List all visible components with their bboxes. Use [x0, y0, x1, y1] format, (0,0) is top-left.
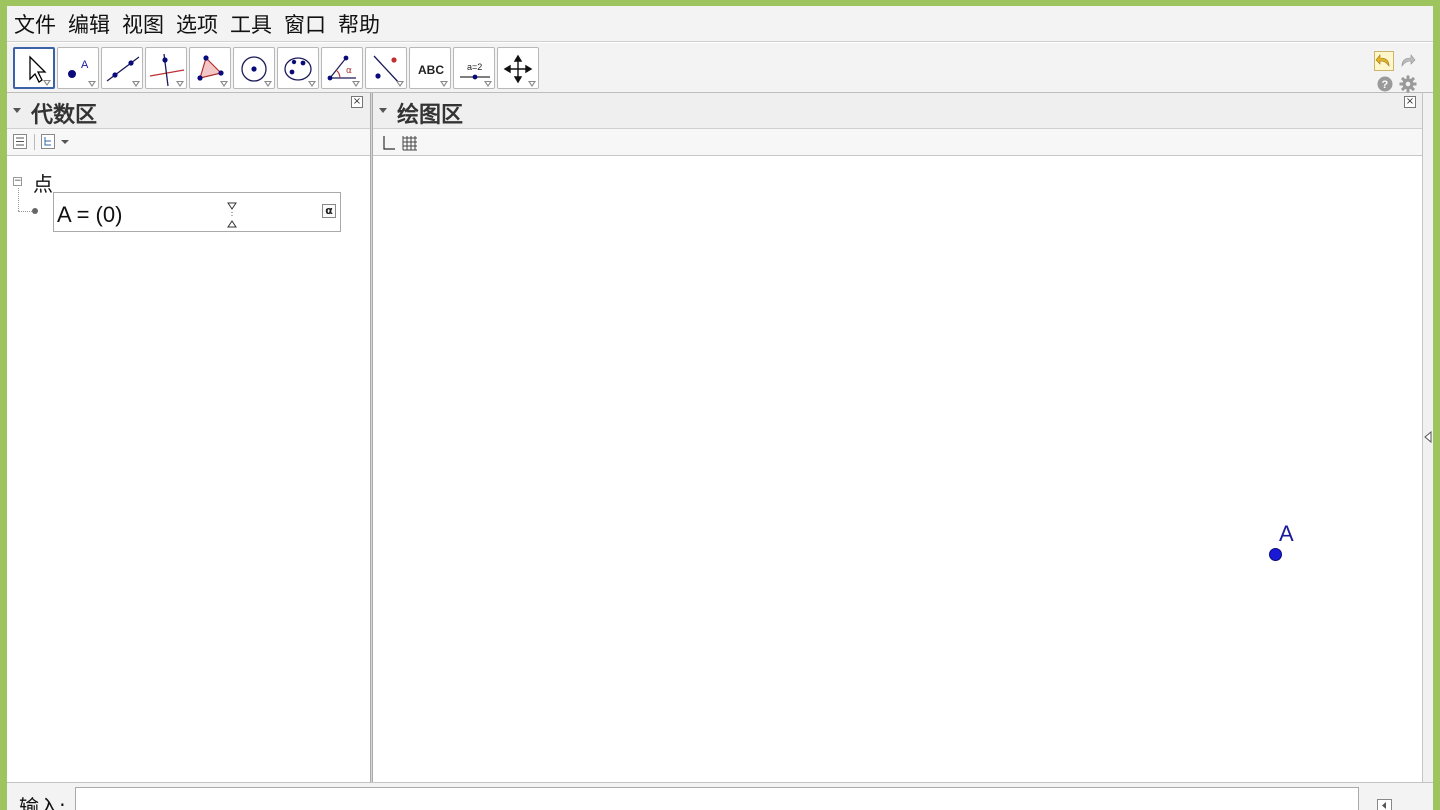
menu-help[interactable]: 帮助 — [337, 9, 381, 39]
point-tool-button[interactable]: A — [57, 47, 99, 89]
graphics-view-header: 绘图区 × — [373, 93, 1422, 129]
perpendicular-line-tool-button[interactable] — [145, 47, 187, 89]
move-tool-button[interactable] — [13, 47, 55, 89]
move-graphics-tool-button[interactable] — [497, 47, 539, 89]
toggle-grid-icon[interactable] — [402, 135, 418, 151]
svg-text:A: A — [81, 59, 89, 71]
dropdown-indicator-icon — [43, 80, 51, 86]
algebra-style-bar — [7, 129, 370, 156]
algebra-view: 代数区 × − 点 A = (0) α — [7, 93, 370, 782]
text-cursor-icon — [227, 202, 237, 228]
svg-text:ABC: ABC — [418, 63, 444, 77]
dropdown-indicator-icon — [352, 81, 360, 87]
panel-menu-caret-icon[interactable] — [379, 108, 387, 113]
graphics-view-title: 绘图区 — [397, 103, 464, 128]
input-bar: 输入: — [7, 782, 1433, 810]
menu-edit[interactable]: 编辑 — [67, 9, 111, 39]
algebra-entry-A[interactable]: A = (0) α — [53, 192, 341, 232]
dropdown-indicator-icon — [484, 81, 492, 87]
dropdown-indicator-icon — [220, 81, 228, 87]
panel-menu-caret-icon[interactable] — [13, 108, 21, 113]
dropdown-indicator-icon — [176, 81, 184, 87]
svg-text:α: α — [346, 66, 352, 76]
object-group-label: 点 — [33, 172, 53, 196]
menu-view[interactable]: 视图 — [121, 9, 165, 39]
svg-text:?: ? — [1382, 79, 1389, 91]
input-field[interactable] — [75, 787, 1359, 810]
side-panel-strip[interactable] — [1422, 93, 1433, 782]
algebra-entry-text[interactable]: A = (0) — [57, 202, 122, 228]
menu-window[interactable]: 窗口 — [283, 9, 327, 39]
menu-file[interactable]: 文件 — [13, 9, 57, 39]
dropdown-indicator-icon — [264, 81, 272, 87]
text-tool-button[interactable]: ABC — [409, 47, 451, 89]
menu-options[interactable]: 选项 — [175, 9, 219, 39]
angle-tool-button[interactable]: α — [321, 47, 363, 89]
reflect-tool-button[interactable] — [365, 47, 407, 89]
point-A-label: A — [1279, 521, 1294, 546]
object-visibility-dot-icon[interactable] — [32, 208, 38, 214]
tree-collapse-icon[interactable]: − — [13, 177, 22, 186]
redo-icon[interactable] — [1398, 51, 1418, 71]
gear-icon[interactable] — [1398, 74, 1418, 94]
dropdown-indicator-icon — [528, 81, 536, 87]
close-graphics-view-icon[interactable]: × — [1404, 96, 1416, 108]
input-label: 输入: — [19, 795, 66, 810]
help-icon[interactable]: ? — [1376, 74, 1396, 94]
close-algebra-view-icon[interactable]: × — [351, 96, 363, 108]
dropdown-indicator-icon — [396, 81, 404, 87]
graphics-view[interactable]: 绘图区 × A — [373, 93, 1422, 782]
conic-tool-button[interactable] — [277, 47, 319, 89]
style-bar-separator — [34, 134, 35, 150]
symbol-keyboard-button[interactable]: α — [322, 204, 336, 218]
input-help-icon[interactable] — [1377, 799, 1393, 810]
line-tool-button[interactable] — [101, 47, 143, 89]
point-A[interactable] — [1269, 548, 1282, 561]
menu-bar: 文件 编辑 视图 选项 工具 窗口 帮助 — [7, 6, 1433, 42]
slider-tool-button[interactable]: a=2 — [453, 47, 495, 89]
undo-icon[interactable] — [1374, 51, 1394, 71]
dropdown-indicator-icon — [88, 81, 96, 87]
algebra-view-title: 代数区 — [31, 103, 98, 128]
sort-by-icon[interactable] — [41, 134, 71, 150]
geogebra-window: 文件 编辑 视图 选项 工具 窗口 帮助 A α ABC a=2 ? 代数区 ×… — [7, 6, 1433, 810]
graphics-style-bar — [373, 129, 1422, 156]
polygon-tool-button[interactable] — [189, 47, 231, 89]
svg-text:a=2: a=2 — [467, 62, 482, 72]
menu-tools[interactable]: 工具 — [229, 9, 273, 39]
toolbar: A α ABC a=2 ? — [7, 43, 1433, 93]
algebra-view-header: 代数区 × — [7, 93, 370, 129]
tree-connector — [18, 188, 19, 211]
toggle-axes-icon[interactable] — [380, 135, 396, 151]
dropdown-indicator-icon — [132, 81, 140, 87]
open-side-panel-icon[interactable] — [1424, 431, 1433, 443]
dropdown-indicator-icon — [308, 81, 316, 87]
tree-connector — [18, 211, 32, 212]
circle-tool-button[interactable] — [233, 47, 275, 89]
auxiliary-objects-icon[interactable] — [13, 134, 29, 150]
dropdown-indicator-icon — [440, 81, 448, 87]
